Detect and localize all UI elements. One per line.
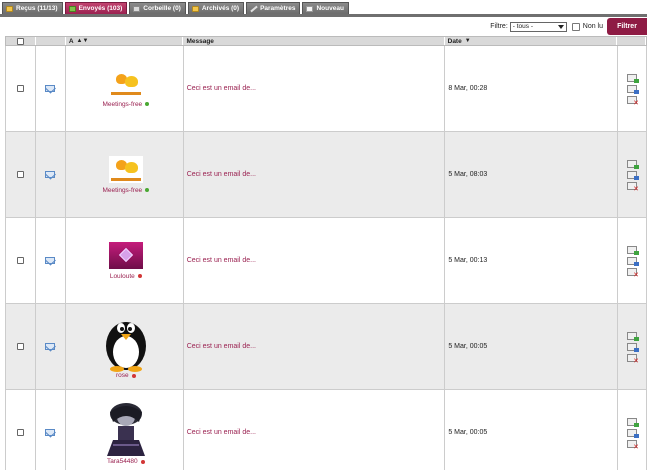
envelope-icon bbox=[45, 257, 56, 264]
forward-icon[interactable] bbox=[627, 417, 640, 427]
trash-icon bbox=[133, 5, 141, 12]
meetings-free-logo[interactable] bbox=[108, 69, 143, 97]
sort-desc-icon: ▼ bbox=[464, 38, 471, 44]
reply-icon[interactable] bbox=[627, 170, 640, 180]
message-preview[interactable]: Ceci est un email de... bbox=[187, 171, 256, 178]
recipient-name[interactable]: Tara54480 bbox=[107, 458, 138, 465]
header-date[interactable]: Date ▼ bbox=[445, 37, 618, 45]
message-date: 5 Mar, 08:03 bbox=[448, 171, 488, 178]
tab-received[interactable]: Reçus (11/13) bbox=[2, 2, 63, 14]
folder-icon bbox=[6, 5, 13, 12]
recipient-name[interactable]: rose bbox=[116, 372, 129, 379]
chevron-down-icon bbox=[557, 24, 564, 29]
sent-folder-icon bbox=[68, 5, 76, 12]
filter-bar: Filtre: - tous - Non lu Filtrer bbox=[490, 18, 647, 35]
offline-status-icon bbox=[137, 274, 142, 278]
delete-icon[interactable] bbox=[627, 267, 639, 279]
table-row: rose Ceci est un email de... 5 Mar, 00:0… bbox=[5, 304, 647, 390]
envelope-icon bbox=[45, 429, 56, 436]
meetings-free-logo[interactable] bbox=[108, 155, 143, 183]
tab-trash-label: Corbeille (0) bbox=[143, 5, 181, 12]
envelope-icon bbox=[45, 343, 56, 350]
row-checkbox[interactable] bbox=[16, 171, 24, 178]
row-checkbox[interactable] bbox=[16, 257, 24, 264]
header-date-label: Date bbox=[447, 37, 462, 45]
table-header: A ▲▼ Message Date ▼ bbox=[5, 36, 647, 46]
reply-icon[interactable] bbox=[627, 428, 640, 438]
row-checkbox[interactable] bbox=[16, 429, 24, 436]
row-checkbox[interactable] bbox=[16, 343, 24, 350]
row-checkbox[interactable] bbox=[16, 85, 24, 92]
recipient-name[interactable]: Louloute bbox=[110, 273, 135, 280]
unread-label: Non lu bbox=[582, 23, 603, 30]
recipient-name[interactable]: Meetings-free bbox=[102, 101, 142, 108]
header-message-label: Message bbox=[186, 37, 214, 45]
sort-icon: ▲▼ bbox=[76, 38, 89, 44]
pink-gem-avatar[interactable] bbox=[108, 241, 143, 269]
recipient-name[interactable]: Meetings-free bbox=[102, 187, 142, 194]
header-message: Message bbox=[183, 37, 445, 45]
reply-icon[interactable] bbox=[627, 342, 640, 352]
header-to-label: A bbox=[68, 37, 74, 45]
tab-sent-label: Envoyés (103) bbox=[78, 5, 123, 12]
select-all-checkbox[interactable] bbox=[16, 37, 24, 45]
message-preview[interactable]: Ceci est un email de... bbox=[187, 257, 256, 264]
table-row: Meetings-free Ceci est un email de... 8 … bbox=[5, 46, 647, 132]
online-status-icon bbox=[145, 188, 150, 192]
delete-icon[interactable] bbox=[627, 439, 639, 451]
online-status-icon bbox=[145, 102, 150, 106]
filter-select[interactable]: - tous - bbox=[509, 21, 567, 32]
tab-new[interactable]: Nouveau bbox=[302, 2, 349, 14]
message-date: 5 Mar, 00:05 bbox=[448, 429, 488, 436]
tab-settings[interactable]: Paramètres bbox=[246, 2, 301, 14]
header-to[interactable]: A ▲▼ bbox=[66, 37, 184, 45]
wrench-icon bbox=[250, 6, 257, 12]
message-date: 5 Mar, 00:13 bbox=[448, 257, 488, 264]
table-row: Tara54480 Ceci est un email de... 5 Mar,… bbox=[5, 390, 647, 470]
delete-icon[interactable] bbox=[627, 95, 639, 107]
header-actions bbox=[617, 37, 646, 45]
tab-underline-bar bbox=[0, 14, 647, 17]
forward-icon[interactable] bbox=[627, 245, 640, 255]
message-date: 5 Mar, 00:05 bbox=[448, 343, 488, 350]
forward-icon[interactable] bbox=[627, 331, 640, 341]
tab-settings-label: Paramètres bbox=[260, 5, 296, 12]
table-row: Meetings-free Ceci est un email de... 5 … bbox=[5, 132, 647, 218]
mailbox-tabs: Reçus (11/13) Envoyés (103) Corbeille (0… bbox=[2, 2, 351, 14]
forward-icon[interactable] bbox=[627, 73, 640, 83]
message-date: 8 Mar, 00:28 bbox=[448, 85, 488, 92]
message-preview[interactable]: Ceci est un email de... bbox=[187, 429, 256, 436]
filter-label: Filtre: bbox=[490, 23, 508, 30]
tab-archived-label: Archivés (0) bbox=[201, 5, 240, 12]
message-preview[interactable]: Ceci est un email de... bbox=[187, 343, 256, 350]
tab-trash[interactable]: Corbeille (0) bbox=[129, 2, 186, 14]
delete-icon[interactable] bbox=[627, 353, 639, 365]
tab-received-label: Reçus (11/13) bbox=[16, 5, 58, 12]
envelope-icon bbox=[306, 5, 314, 12]
sent-messages-table: A ▲▼ Message Date ▼ Meetings-free Ceci e… bbox=[5, 36, 647, 470]
tab-archived[interactable]: Archivés (0) bbox=[187, 2, 245, 14]
forward-icon[interactable] bbox=[627, 159, 640, 169]
unread-checkbox[interactable] bbox=[571, 22, 580, 31]
archive-folder-icon bbox=[191, 5, 199, 12]
tab-sent[interactable]: Envoyés (103) bbox=[64, 2, 128, 14]
tab-new-label: Nouveau bbox=[316, 5, 344, 12]
gothic-girl-avatar[interactable] bbox=[101, 400, 151, 458]
filter-button[interactable]: Filtrer bbox=[607, 18, 647, 35]
reply-icon[interactable] bbox=[627, 256, 640, 266]
header-status bbox=[36, 37, 66, 45]
offline-status-icon bbox=[140, 459, 145, 464]
message-preview[interactable]: Ceci est un email de... bbox=[187, 85, 256, 92]
offline-status-icon bbox=[131, 373, 136, 378]
reply-icon[interactable] bbox=[627, 84, 640, 94]
delete-icon[interactable] bbox=[627, 181, 639, 193]
table-row: Louloute Ceci est un email de... 5 Mar, … bbox=[5, 218, 647, 304]
filter-select-value: - tous - bbox=[512, 23, 533, 30]
envelope-icon bbox=[45, 171, 56, 178]
penguin-avatar[interactable] bbox=[101, 314, 151, 372]
envelope-icon bbox=[45, 85, 56, 92]
